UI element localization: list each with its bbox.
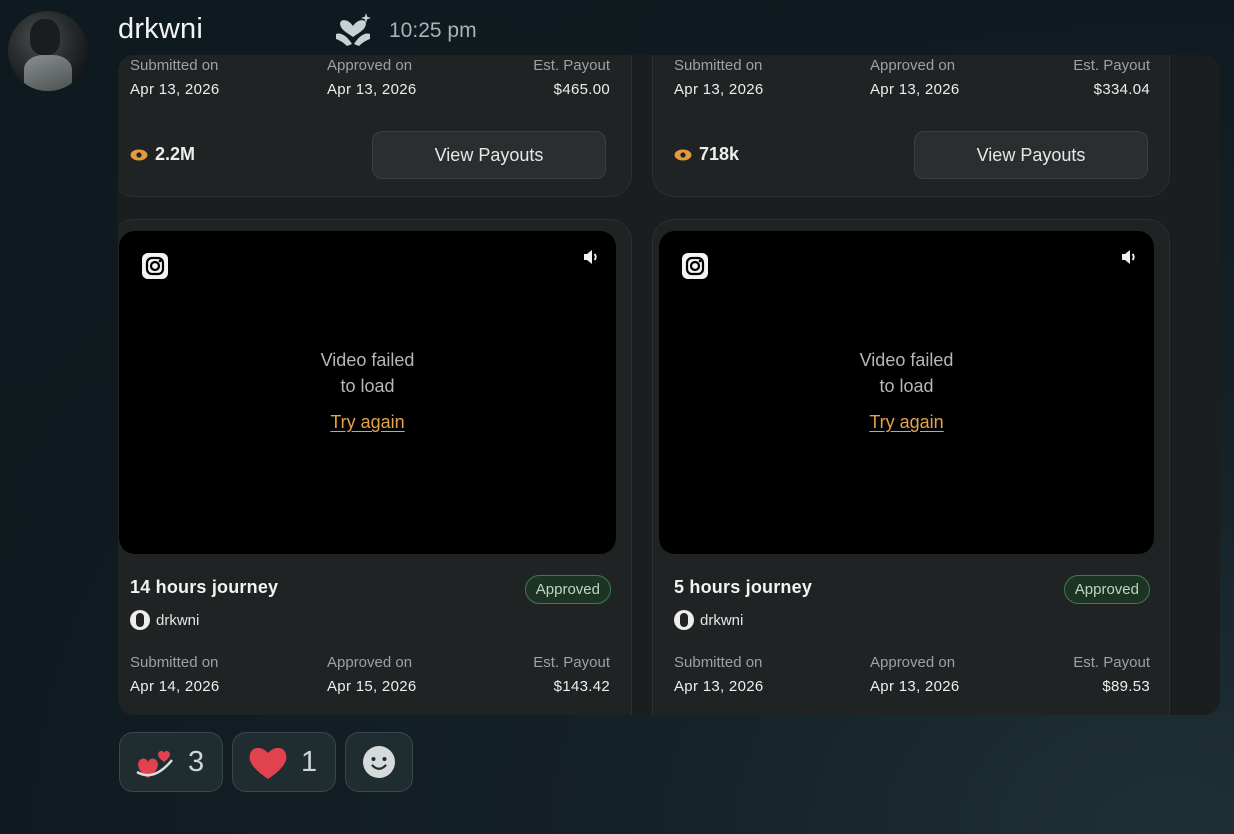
approved-label: Approved on (870, 57, 956, 74)
add-reaction-button[interactable] (345, 732, 413, 792)
author-name: drkwni (700, 611, 744, 629)
hearts-orbit-icon (136, 750, 173, 778)
approved-col: Approved on Apr 13, 2026 (327, 57, 417, 98)
submission-card: Video failed to load Try again 5 hours j… (652, 219, 1170, 715)
submitted-label: Submitted on (674, 654, 763, 671)
reaction-bar: 3 1 (119, 732, 413, 792)
payout-value: $465.00 (553, 81, 610, 98)
speaker-icon[interactable] (582, 248, 600, 266)
approved-date: Apr 13, 2026 (870, 678, 960, 695)
speaker-icon[interactable] (1120, 248, 1138, 266)
author-name: drkwni (156, 611, 200, 629)
author[interactable]: drkwni (130, 610, 199, 630)
video-error-message: Video failed to load (119, 347, 616, 399)
payout-col: Est. Payout $465.00 (533, 57, 610, 98)
meta-row: Submitted on Apr 13, 2026 Approved on Ap… (118, 57, 631, 105)
submitted-col: Submitted on Apr 13, 2026 (674, 57, 764, 98)
payout-label: Est. Payout (533, 57, 610, 74)
author-avatar (674, 610, 694, 630)
author-avatar (130, 610, 150, 630)
instagram-icon[interactable] (682, 253, 708, 279)
submitted-col: Submitted on Apr 13, 2026 (674, 654, 764, 695)
author[interactable]: drkwni (674, 610, 743, 630)
video-error-message: Video failed to load (659, 347, 1154, 399)
add-reaction-icon (363, 746, 395, 778)
video-player[interactable]: Video failed to load Try again (659, 231, 1154, 554)
video-title: 14 hours journey (130, 577, 279, 597)
meta-row: Submitted on Apr 13, 2026 Approved on Ap… (653, 654, 1169, 702)
submitted-label: Submitted on (130, 654, 219, 671)
approved-label: Approved on (870, 654, 956, 671)
reaction-count: 1 (301, 745, 318, 778)
status-badge: Approved (524, 575, 611, 604)
status-badge: Approved (1063, 575, 1150, 604)
submitted-col: Submitted on Apr 13, 2026 (130, 57, 220, 98)
submission-card: Submitted on Apr 13, 2026 Approved on Ap… (652, 55, 1170, 197)
view-count-value: 2.2M (155, 144, 196, 164)
reaction-heart[interactable]: 1 (232, 732, 336, 792)
view-count-value: 718k (699, 144, 740, 164)
approved-col: Approved on Apr 13, 2026 (870, 57, 960, 98)
approved-label: Approved on (327, 57, 413, 74)
approved-col: Approved on Apr 13, 2026 (870, 654, 960, 695)
try-again-link[interactable]: Try again (119, 412, 616, 433)
avatar[interactable] (8, 11, 88, 91)
video-title: 5 hours journey (674, 577, 813, 597)
eye-icon (674, 149, 692, 160)
view-payouts-button[interactable]: View Payouts (372, 131, 606, 179)
view-count: 2.2M (130, 144, 195, 165)
embed-panel: Submitted on Apr 13, 2026 Approved on Ap… (118, 55, 1220, 715)
username[interactable]: drkwni (118, 13, 203, 46)
approved-label: Approved on (327, 654, 413, 671)
reaction-count: 3 (188, 745, 205, 778)
video-error-line: Video failed (320, 350, 415, 370)
try-again-link[interactable]: Try again (659, 412, 1154, 433)
payout-col: Est. Payout $143.42 (533, 654, 610, 695)
submitted-label: Submitted on (130, 57, 219, 74)
payout-col: Est. Payout $89.53 (1073, 654, 1150, 695)
approved-date: Apr 13, 2026 (327, 81, 417, 98)
video-error-line: to load (879, 376, 934, 396)
video-error-line: to load (340, 376, 395, 396)
meta-row: Submitted on Apr 14, 2026 Approved on Ap… (118, 654, 631, 702)
message-timestamp: 10:25 pm (389, 19, 477, 42)
payout-value: $334.04 (1093, 81, 1150, 98)
submitted-date: Apr 13, 2026 (130, 81, 220, 98)
submitted-col: Submitted on Apr 14, 2026 (130, 654, 220, 695)
view-payouts-button[interactable]: View Payouts (914, 131, 1148, 179)
submitted-date: Apr 13, 2026 (674, 81, 764, 98)
reaction-hearts-orbit[interactable]: 3 (119, 732, 223, 792)
payout-label: Est. Payout (1073, 654, 1150, 671)
video-error-line: Video failed (859, 350, 954, 370)
video-player[interactable]: Video failed to load Try again (119, 231, 616, 554)
payout-label: Est. Payout (533, 654, 610, 671)
heart-hands-icon (336, 13, 371, 46)
payout-col: Est. Payout $334.04 (1073, 57, 1150, 98)
eye-icon (130, 149, 148, 160)
submitted-date: Apr 13, 2026 (674, 678, 764, 695)
submitted-date: Apr 14, 2026 (130, 678, 220, 695)
heart-icon (249, 747, 287, 779)
approved-col: Approved on Apr 15, 2026 (327, 654, 417, 695)
approved-date: Apr 15, 2026 (327, 678, 417, 695)
instagram-icon[interactable] (142, 253, 168, 279)
payout-value: $89.53 (1102, 678, 1150, 695)
meta-row: Submitted on Apr 13, 2026 Approved on Ap… (653, 57, 1169, 105)
submitted-label: Submitted on (674, 57, 763, 74)
payout-label: Est. Payout (1073, 57, 1150, 74)
payout-value: $143.42 (553, 678, 610, 695)
view-count: 718k (674, 144, 739, 165)
submission-card: Video failed to load Try again 14 hours … (118, 219, 632, 715)
submission-card: Submitted on Apr 13, 2026 Approved on Ap… (118, 55, 632, 197)
approved-date: Apr 13, 2026 (870, 81, 960, 98)
